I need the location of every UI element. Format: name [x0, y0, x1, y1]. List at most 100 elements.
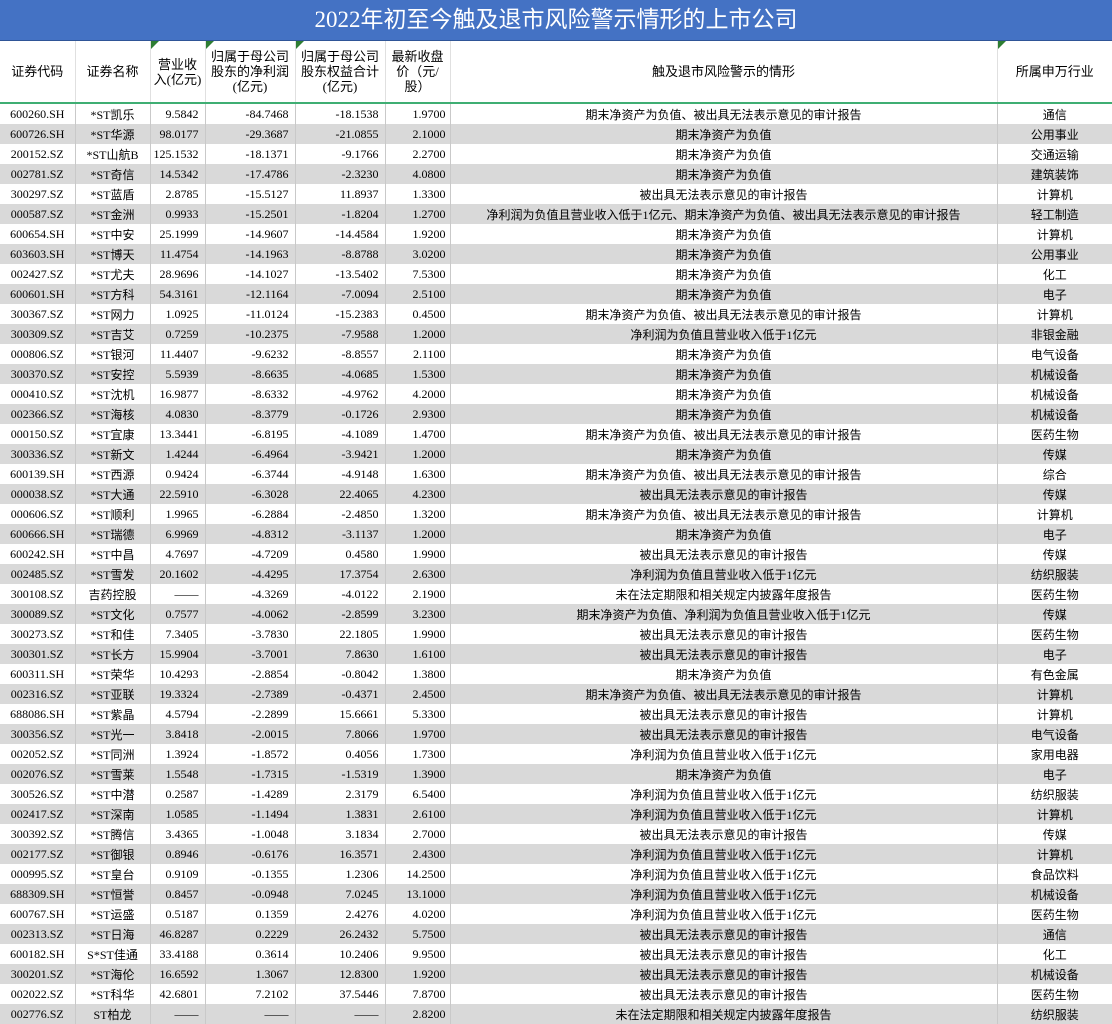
cell-close-price: 1.6100	[385, 644, 451, 664]
cell-equity: -21.0855	[295, 124, 386, 144]
cell-code: 002417.SZ	[0, 804, 76, 824]
table-row: 300089.SZ *ST文化 0.7577 -4.0062 -2.8599 3.2300…	[0, 604, 1112, 624]
table-row: 002776.SZ ST柏龙 —— —— —— 2.8200 未在法定期限和相关规定内披露年…	[0, 1004, 1112, 1024]
cell-equity: -7.9588	[295, 324, 386, 344]
cell-situation: 净利润为负值且营业收入低于1亿元	[450, 904, 998, 924]
cell-code: 600767.SH	[0, 904, 76, 924]
cell-close-price: 1.9200	[385, 964, 451, 984]
cell-situation: 被出具无法表示意见的审计报告	[450, 924, 998, 944]
cell-revenue: 28.9696	[150, 264, 206, 284]
table-row: 600242.SH *ST中昌 4.7697 -4.7209 0.4580 1.9900 被…	[0, 544, 1112, 564]
cell-code: 002776.SZ	[0, 1004, 76, 1024]
cell-industry: 非银金融	[997, 324, 1112, 344]
cell-close-price: 5.7500	[385, 924, 451, 944]
table-row: 200152.SZ *ST山航B 125.1532 -18.1371 -9.1766 2.…	[0, 144, 1112, 164]
cell-industry: 电子	[997, 284, 1112, 304]
table-row: 002022.SZ *ST科华 42.6801 7.2102 37.5446 7.8700…	[0, 984, 1112, 1004]
cell-close-price: 2.5100	[385, 284, 451, 304]
table-row: 002313.SZ *ST日海 46.8287 0.2229 26.2432 5.7500…	[0, 924, 1112, 944]
cell-equity: 1.2306	[295, 864, 386, 884]
cell-equity: 22.1805	[295, 624, 386, 644]
cell-equity: 12.8300	[295, 964, 386, 984]
cell-equity: 15.6661	[295, 704, 386, 724]
cell-code: 000038.SZ	[0, 484, 76, 504]
cell-code: 300273.SZ	[0, 624, 76, 644]
cell-net-profit: -1.1494	[205, 804, 296, 824]
cell-code: 600654.SH	[0, 224, 76, 244]
cell-net-profit: -1.7315	[205, 764, 296, 784]
table-row: 600767.SH *ST运盛 0.5187 0.1359 2.4276 4.0200 净利…	[0, 904, 1112, 924]
cell-situation: 期末净资产为负值	[450, 344, 998, 364]
cell-industry: 计算机	[997, 504, 1112, 524]
cell-name: *ST腾信	[75, 824, 151, 844]
cell-revenue: 0.8946	[150, 844, 206, 864]
cell-close-price: 1.3300	[385, 184, 451, 204]
cell-industry: 纺织服装	[997, 564, 1112, 584]
cell-net-profit: -0.6176	[205, 844, 296, 864]
cell-close-price: 1.4700	[385, 424, 451, 444]
cell-industry: 通信	[997, 103, 1112, 124]
table-row: 002076.SZ *ST雪莱 1.5548 -1.7315 -1.5319 1.3900…	[0, 764, 1112, 784]
cell-industry: 电子	[997, 524, 1112, 544]
cell-name: *ST皇台	[75, 864, 151, 884]
cell-equity: -13.5402	[295, 264, 386, 284]
cell-close-price: 4.0800	[385, 164, 451, 184]
cell-net-profit: -12.1164	[205, 284, 296, 304]
cell-equity: 7.0245	[295, 884, 386, 904]
cell-code: 300297.SZ	[0, 184, 76, 204]
cell-name: *ST长方	[75, 644, 151, 664]
cell-situation: 期末净资产为负值	[450, 144, 998, 164]
cell-revenue: 1.5548	[150, 764, 206, 784]
cell-situation: 期末净资产为负值	[450, 164, 998, 184]
header-industry: 所属申万行业	[997, 41, 1112, 104]
table-row: 300336.SZ *ST新文 1.4244 -6.4964 -3.9421 1.2000…	[0, 444, 1112, 464]
cell-name: *ST尤夫	[75, 264, 151, 284]
cell-industry: 医药生物	[997, 904, 1112, 924]
cell-equity: 7.8630	[295, 644, 386, 664]
cell-situation: 被出具无法表示意见的审计报告	[450, 824, 998, 844]
cell-situation: 净利润为负值且营业收入低于1亿元	[450, 564, 998, 584]
cell-industry: 医药生物	[997, 424, 1112, 444]
cell-code: 200152.SZ	[0, 144, 76, 164]
cell-equity: -1.5319	[295, 764, 386, 784]
cell-close-price: 3.0200	[385, 244, 451, 264]
cell-revenue: 9.5842	[150, 103, 206, 124]
cell-name: *ST荣华	[75, 664, 151, 684]
cell-situation: 期末净资产为负值	[450, 524, 998, 544]
cell-revenue: 15.9904	[150, 644, 206, 664]
cell-net-profit: 0.1359	[205, 904, 296, 924]
cell-situation: 期末净资产为负值、被出具无法表示意见的审计报告	[450, 424, 998, 444]
table-row: 000995.SZ *ST皇台 0.9109 -0.1355 1.2306 14.2500…	[0, 864, 1112, 884]
cell-net-profit: -84.7468	[205, 103, 296, 124]
cell-situation: 期末净资产为负值	[450, 224, 998, 244]
comment-marker-icon	[205, 41, 214, 49]
cell-net-profit: -0.0948	[205, 884, 296, 904]
cell-revenue: 7.3405	[150, 624, 206, 644]
cell-name: *ST博天	[75, 244, 151, 264]
cell-industry: 轻工制造	[997, 204, 1112, 224]
cell-net-profit: -8.6332	[205, 384, 296, 404]
cell-code: 002366.SZ	[0, 404, 76, 424]
cell-net-profit: -1.0048	[205, 824, 296, 844]
table-row: 000606.SZ *ST顺利 1.9965 -6.2884 -2.4850 1.3200…	[0, 504, 1112, 524]
cell-name: *ST科华	[75, 984, 151, 1004]
cell-net-profit: -1.8572	[205, 744, 296, 764]
cell-name: S*ST佳通	[75, 944, 151, 964]
cell-net-profit: -14.1027	[205, 264, 296, 284]
comment-marker-icon	[150, 41, 159, 49]
cell-equity: 17.3754	[295, 564, 386, 584]
cell-revenue: 20.1602	[150, 564, 206, 584]
cell-equity: -2.3230	[295, 164, 386, 184]
table-row: 000038.SZ *ST大通 22.5910 -6.3028 22.4065 4.230…	[0, 484, 1112, 504]
cell-code: 002022.SZ	[0, 984, 76, 1004]
cell-name: *ST顺利	[75, 504, 151, 524]
cell-equity: -4.1089	[295, 424, 386, 444]
cell-name: *ST大通	[75, 484, 151, 504]
cell-equity: -4.9762	[295, 384, 386, 404]
cell-industry: 有色金属	[997, 664, 1112, 684]
cell-net-profit: -3.7830	[205, 624, 296, 644]
table-row: 300301.SZ *ST长方 15.9904 -3.7001 7.8630 1.6100…	[0, 644, 1112, 664]
cell-industry: 传媒	[997, 544, 1112, 564]
cell-revenue: 0.2587	[150, 784, 206, 804]
cell-code: 600242.SH	[0, 544, 76, 564]
